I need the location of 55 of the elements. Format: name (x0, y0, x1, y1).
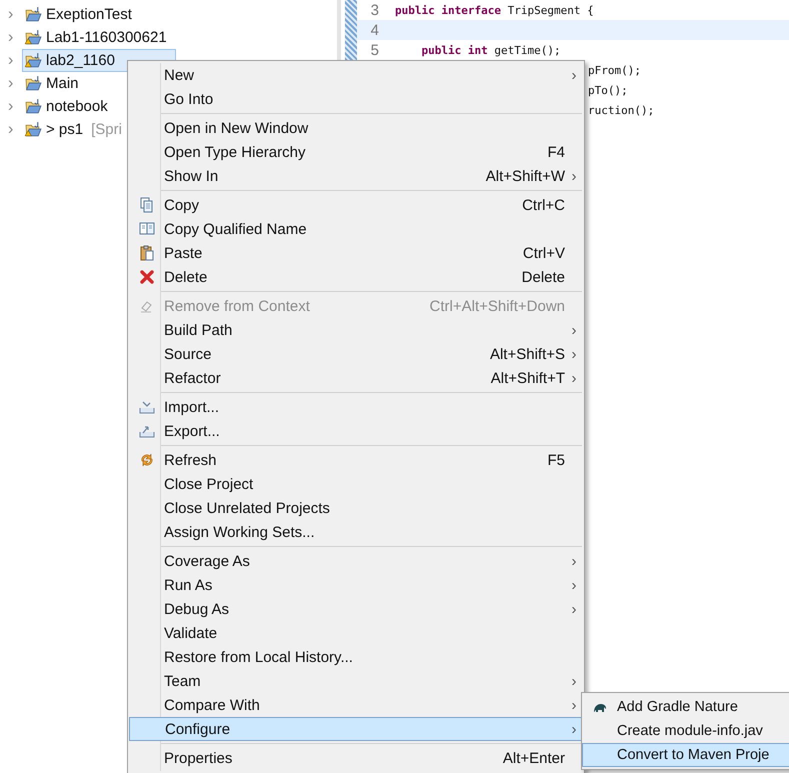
line-number: 4 (370, 22, 379, 38)
line-number: 3 (370, 2, 379, 18)
menu-item[interactable]: Run As › (128, 573, 584, 597)
menu-item[interactable]: Refactor Alt+Shift+T › (128, 366, 584, 390)
menu-item[interactable]: Create module-info.jav (582, 719, 789, 743)
code-line: ruction(); (588, 104, 654, 116)
project-decoration: [Spri (91, 121, 122, 138)
menu-item[interactable]: Import... (128, 395, 584, 419)
menu-item[interactable]: Validate (128, 621, 584, 645)
project-item[interactable]: Main (22, 72, 82, 95)
code-line: public interface TripSegment { (395, 4, 594, 16)
menu-item[interactable]: Configure › (129, 717, 584, 741)
menu-item[interactable]: Properties Alt+Enter (128, 746, 584, 770)
menu-item[interactable]: Export... (128, 419, 584, 443)
copy-icon (138, 221, 154, 237)
project-item[interactable]: Lab1-1160300621 (22, 26, 170, 49)
delete-icon (138, 269, 154, 285)
menu-item[interactable]: Compare With › (128, 693, 584, 717)
menu-item[interactable]: Restore from Local History... (128, 645, 584, 669)
expand-chevron[interactable]: › (8, 52, 22, 68)
menu-item[interactable]: Paste Ctrl+V (128, 241, 584, 265)
clipboard-icon (138, 245, 154, 261)
menu-item[interactable]: Coverage As › (128, 549, 584, 573)
menu-item[interactable]: Build Path › (128, 318, 584, 342)
menu-item[interactable]: Show In Alt+Shift+W › (128, 164, 584, 188)
line-number: 5 (370, 42, 379, 58)
project-item[interactable]: notebook (22, 95, 111, 118)
code-line: pFrom(); (588, 64, 641, 76)
menu-item[interactable]: Close Unrelated Projects (128, 496, 584, 520)
menu-item[interactable]: Convert to Maven Proje (582, 743, 789, 767)
menu-item[interactable]: Open in New Window (128, 116, 584, 140)
menu-item[interactable]: Open Type Hierarchy F4 (128, 140, 584, 164)
menu-item[interactable]: Assign Working Sets... (128, 520, 584, 544)
menu-item[interactable]: Copy Qualified Name (128, 217, 584, 241)
menu-item[interactable]: Debug As › (128, 597, 584, 621)
expand-chevron[interactable]: › (8, 6, 22, 22)
menu-item[interactable]: Go Into (128, 87, 584, 111)
copy-icon (138, 197, 154, 213)
menu-item[interactable]: Delete Delete (128, 265, 584, 289)
project-item[interactable]: ExeptionTest (22, 3, 135, 26)
code-line: pTo(); (588, 84, 628, 96)
expand-chevron[interactable]: › (8, 122, 22, 138)
menu-item[interactable]: Copy Ctrl+C (128, 193, 584, 217)
menu-item[interactable]: Source Alt+Shift+S › (128, 342, 584, 366)
refresh-icon (138, 452, 154, 468)
menu-item[interactable]: Team › (128, 669, 584, 693)
project-item[interactable]: > ps1 [Spri (22, 118, 125, 141)
expand-chevron[interactable]: › (8, 30, 22, 46)
import-icon (138, 399, 154, 415)
menu-item[interactable]: Close Project (128, 472, 584, 496)
menu-item[interactable]: Refresh F5 (128, 448, 584, 472)
expand-chevron[interactable]: › (8, 76, 22, 92)
expand-chevron[interactable]: › (8, 98, 22, 114)
code-line: public int getTime(); (421, 44, 561, 56)
menu-item[interactable]: Add Gradle Nature (582, 695, 789, 719)
